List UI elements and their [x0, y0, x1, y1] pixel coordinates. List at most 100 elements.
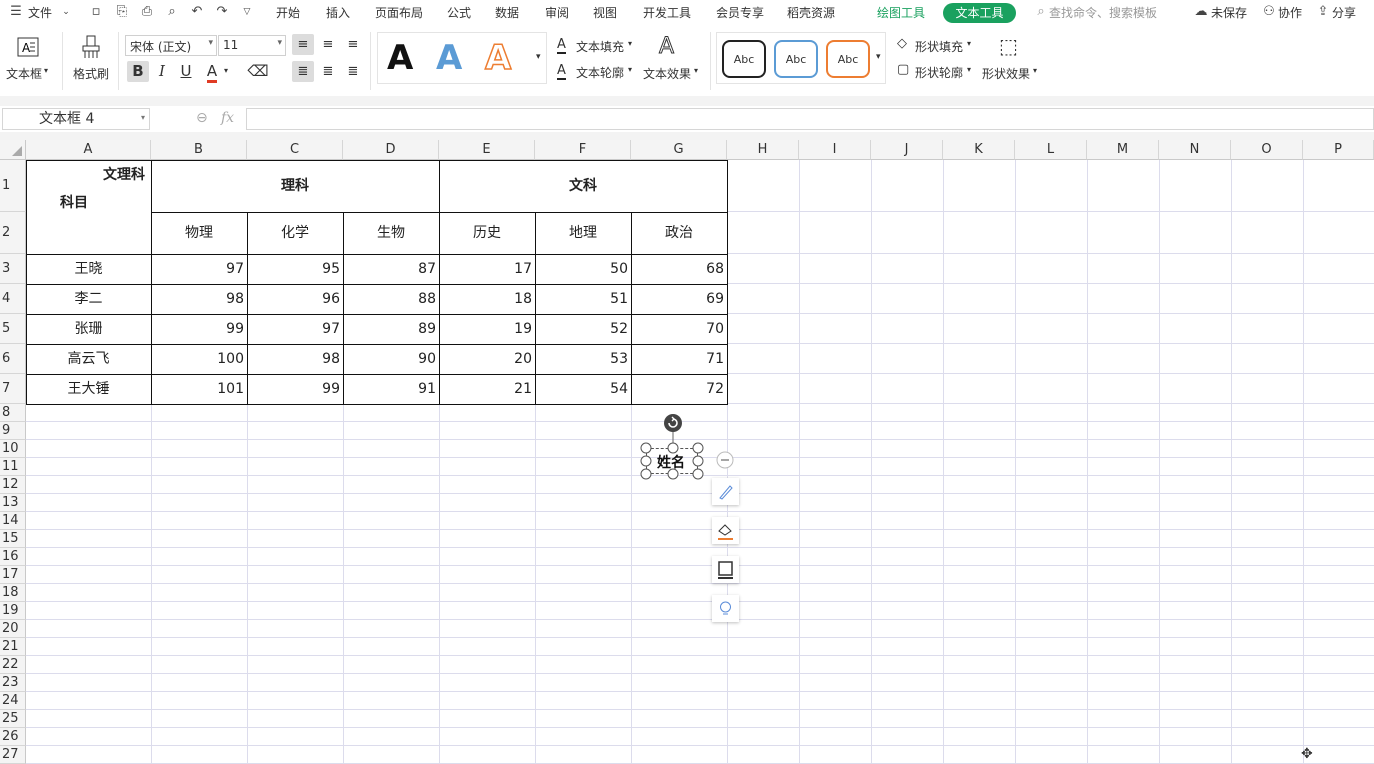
fx-icon[interactable]: fx [221, 110, 234, 126]
gallery-expand-icon[interactable]: ▾ [536, 52, 541, 62]
student-name[interactable]: 李二 [26, 284, 151, 314]
tab-5[interactable]: 审阅 [545, 4, 569, 21]
column-header-D[interactable]: D [343, 140, 439, 160]
text-fill-icon[interactable]: A [557, 37, 566, 54]
redo-icon[interactable]: ↷ [214, 4, 230, 20]
tab-6[interactable]: 视图 [593, 4, 617, 21]
chevron-down-icon[interactable]: ▾ [628, 39, 632, 48]
format-painter-button[interactable]: 格式刷 [73, 65, 109, 82]
row-header-4[interactable]: 4 [0, 284, 26, 314]
column-header-G[interactable]: G [631, 140, 727, 160]
score-cell[interactable]: 87 [343, 254, 439, 284]
subject-header[interactable]: 历史 [439, 212, 535, 254]
header-science[interactable]: 理科 [151, 160, 439, 212]
share-button[interactable]: 分享 [1332, 4, 1356, 21]
font-size-select[interactable]: 11 ▾ [218, 35, 286, 56]
row-header-16[interactable]: 16 [0, 548, 26, 566]
formula-input[interactable] [246, 108, 1374, 130]
score-cell[interactable]: 100 [151, 344, 247, 374]
row-header-27[interactable]: 27 [0, 746, 26, 764]
textbox-button[interactable]: 文本框 [6, 65, 42, 82]
score-cell[interactable]: 52 [535, 314, 631, 344]
text-outline-icon[interactable]: A [557, 63, 566, 80]
row-header-5[interactable]: 5 [0, 314, 26, 344]
chevron-down-icon[interactable]: ▾ [967, 65, 971, 74]
column-header-J[interactable]: J [871, 140, 943, 160]
subject-header[interactable]: 地理 [535, 212, 631, 254]
score-cell[interactable]: 96 [247, 284, 343, 314]
text-style-black[interactable]: A [387, 38, 413, 78]
align-top-icon[interactable]: ≡ [292, 34, 314, 55]
row-header-7[interactable]: 7 [0, 374, 26, 404]
score-cell[interactable]: 70 [631, 314, 727, 344]
row-header-10[interactable]: 10 [0, 440, 26, 458]
score-cell[interactable]: 69 [631, 284, 727, 314]
row-header-21[interactable]: 21 [0, 638, 26, 656]
name-box[interactable]: 文本框 4 [2, 108, 150, 130]
undo-icon[interactable]: ↶ [189, 4, 205, 20]
row-header-1[interactable]: 1 [0, 160, 26, 212]
underline-button[interactable]: U [175, 61, 197, 82]
column-header-F[interactable]: F [535, 140, 631, 160]
subject-header[interactable]: 政治 [631, 212, 727, 254]
row-header-9[interactable]: 9 [0, 422, 26, 440]
subject-header[interactable]: 化学 [247, 212, 343, 254]
column-header-N[interactable]: N [1159, 140, 1231, 160]
column-header-A[interactable]: A [26, 140, 151, 160]
score-cell[interactable]: 97 [151, 254, 247, 284]
font-color-button[interactable]: A [201, 61, 223, 83]
text-effect-button[interactable]: 文本效果 [643, 65, 691, 82]
row-header-15[interactable]: 15 [0, 530, 26, 548]
shape-effect-icon[interactable]: ⬚ [999, 34, 1018, 58]
score-cell[interactable]: 99 [151, 314, 247, 344]
rotate-handle-icon[interactable] [663, 413, 683, 433]
tab-7[interactable]: 开发工具 [643, 4, 691, 21]
print-icon[interactable]: ⎙ [139, 4, 155, 20]
align-middle-icon[interactable]: ≡ [317, 34, 339, 55]
student-name[interactable]: 张珊 [26, 314, 151, 344]
column-header-M[interactable]: M [1087, 140, 1159, 160]
shape-outline-icon[interactable]: ▢ [897, 62, 909, 77]
score-cell[interactable]: 53 [535, 344, 631, 374]
align-center-icon[interactable]: ≣ [317, 61, 339, 82]
chevron-down-icon[interactable]: ▾ [967, 39, 971, 48]
score-cell[interactable]: 50 [535, 254, 631, 284]
align-right-icon[interactable]: ≣ [342, 61, 364, 82]
column-header-B[interactable]: B [151, 140, 247, 160]
row-header-2[interactable]: 2 [0, 212, 26, 254]
column-header-C[interactable]: C [247, 140, 343, 160]
score-cell[interactable]: 19 [439, 314, 535, 344]
row-header-14[interactable]: 14 [0, 512, 26, 530]
text-style-blue[interactable]: A [436, 38, 462, 78]
chevron-down-icon[interactable]: ▾ [141, 113, 145, 122]
tab-drawing-tools[interactable]: 绘图工具 [877, 4, 925, 21]
row-header-18[interactable]: 18 [0, 584, 26, 602]
score-cell[interactable]: 95 [247, 254, 343, 284]
score-cell[interactable]: 101 [151, 374, 247, 404]
tab-0[interactable]: 开始 [276, 4, 300, 21]
student-name[interactable]: 王晓 [26, 254, 151, 284]
column-header-K[interactable]: K [943, 140, 1015, 160]
row-header-26[interactable]: 26 [0, 728, 26, 746]
score-cell[interactable]: 99 [247, 374, 343, 404]
chevron-down-icon[interactable]: ▾ [694, 66, 698, 75]
student-name[interactable]: 王大锤 [26, 374, 151, 404]
header-corner-bottom[interactable]: 科目 [60, 192, 120, 214]
tab-4[interactable]: 数据 [495, 4, 519, 21]
row-header-24[interactable]: 24 [0, 692, 26, 710]
align-bottom-icon[interactable]: ≡ [342, 34, 364, 55]
score-cell[interactable]: 98 [247, 344, 343, 374]
float-effect-button[interactable] [712, 595, 739, 622]
row-header-25[interactable]: 25 [0, 710, 26, 728]
save-icon[interactable]: ▫ [88, 4, 104, 20]
select-all-corner[interactable] [0, 140, 26, 160]
eraser-icon[interactable]: ⌫ [247, 61, 269, 82]
column-header-L[interactable]: L [1015, 140, 1087, 160]
textbox-icon[interactable]: A [16, 36, 40, 58]
chevron-down-icon[interactable]: ▾ [1033, 66, 1037, 75]
chevron-down-icon[interactable]: ▾ [224, 66, 228, 75]
tab-3[interactable]: 公式 [447, 4, 471, 21]
score-cell[interactable]: 91 [343, 374, 439, 404]
float-fill-button[interactable] [712, 517, 739, 544]
column-header-O[interactable]: O [1231, 140, 1303, 160]
